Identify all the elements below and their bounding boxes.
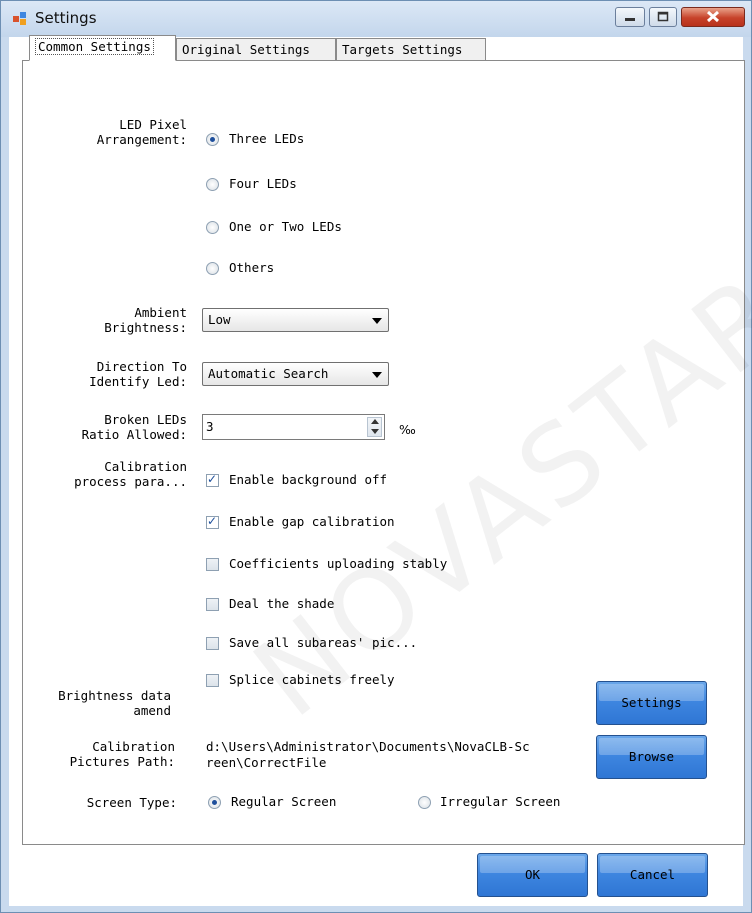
check-label: Enable gap calibration	[229, 514, 395, 529]
check-label: Deal the shade	[229, 596, 334, 611]
maximize-button[interactable]	[649, 7, 677, 27]
tab-common-settings[interactable]: Common Settings	[29, 35, 176, 61]
option-label: Irregular Screen	[440, 794, 560, 809]
option-label: One or Two LEDs	[229, 219, 342, 234]
title-bar[interactable]: Settings	[1, 1, 751, 37]
direction-value: Automatic Search	[208, 366, 328, 381]
chevron-down-icon	[372, 318, 382, 324]
cancel-button[interactable]: Cancel	[597, 853, 708, 897]
check-label: Coefficients uploading stably	[229, 556, 447, 571]
pictures-path-value: d:\Users\Administrator\Documents\NovaCLB…	[206, 739, 530, 771]
checkbox-save-all-subareas[interactable]	[206, 637, 219, 650]
browse-button[interactable]: Browse	[596, 735, 707, 779]
app-icon	[12, 11, 28, 27]
button-label: OK	[525, 867, 540, 882]
spin-up-icon[interactable]	[371, 419, 379, 424]
chevron-down-icon	[372, 372, 382, 378]
broken-leds-unit: ‰	[399, 422, 416, 437]
check-label: Save all subareas' pic...	[229, 635, 417, 650]
brightness-amend-label: Brightness data amend	[21, 688, 171, 718]
button-label: Cancel	[630, 867, 675, 882]
check-label: Splice cabinets freely	[229, 672, 395, 687]
tab-label: Targets Settings	[342, 42, 462, 57]
direction-label: Direction To Identify Led:	[41, 359, 187, 389]
spinner-buttons[interactable]	[367, 417, 382, 437]
calibration-process-label: Calibration process para...	[41, 459, 187, 489]
settings-window: Settings Common Settings Original Settin…	[0, 0, 752, 913]
minimize-icon	[616, 8, 644, 26]
radio-irregular-screen[interactable]	[418, 796, 431, 809]
close-icon	[682, 8, 744, 26]
led-pixel-label: LED Pixel Arrangement:	[41, 117, 187, 147]
ambient-brightness-label: Ambient Brightness:	[41, 305, 187, 335]
broken-leds-value: 3	[206, 419, 214, 434]
close-button[interactable]	[681, 7, 745, 27]
radio-others[interactable]	[206, 262, 219, 275]
common-settings-panel	[22, 60, 745, 845]
tab-label: Common Settings	[35, 38, 154, 55]
radio-regular-screen[interactable]	[208, 796, 221, 809]
window-title: Settings	[35, 9, 97, 27]
button-label: Settings	[621, 695, 681, 710]
checkbox-enable-background-off[interactable]	[206, 474, 219, 487]
spin-down-icon[interactable]	[371, 429, 379, 434]
ok-button[interactable]: OK	[477, 853, 588, 897]
radio-four-leds[interactable]	[206, 178, 219, 191]
checkbox-coefficients-uploading[interactable]	[206, 558, 219, 571]
option-label: Others	[229, 260, 274, 275]
ambient-brightness-select[interactable]: Low	[202, 308, 389, 332]
tab-targets-settings[interactable]: Targets Settings	[336, 38, 486, 62]
check-label: Enable background off	[229, 472, 387, 487]
brightness-settings-button[interactable]: Settings	[596, 681, 707, 725]
radio-three-leds[interactable]	[206, 133, 219, 146]
checkbox-deal-the-shade[interactable]	[206, 598, 219, 611]
option-label: Four LEDs	[229, 176, 297, 191]
broken-leds-label: Broken LEDs Ratio Allowed:	[41, 412, 187, 442]
maximize-icon	[650, 8, 676, 26]
broken-leds-spinner[interactable]: 3	[202, 414, 385, 440]
option-label: Three LEDs	[229, 131, 304, 146]
screen-type-label: Screen Type:	[41, 795, 177, 810]
radio-one-or-two-leds[interactable]	[206, 221, 219, 234]
minimize-button[interactable]	[615, 7, 645, 27]
ambient-brightness-value: Low	[208, 312, 231, 327]
direction-select[interactable]: Automatic Search	[202, 362, 389, 386]
button-label: Browse	[629, 749, 674, 764]
checkbox-enable-gap-calibration[interactable]	[206, 516, 219, 529]
tab-original-settings[interactable]: Original Settings	[176, 38, 336, 62]
option-label: Regular Screen	[231, 794, 336, 809]
checkbox-splice-cabinets[interactable]	[206, 674, 219, 687]
pictures-path-label: Calibration Pictures Path:	[29, 739, 175, 769]
tab-label: Original Settings	[182, 42, 310, 57]
